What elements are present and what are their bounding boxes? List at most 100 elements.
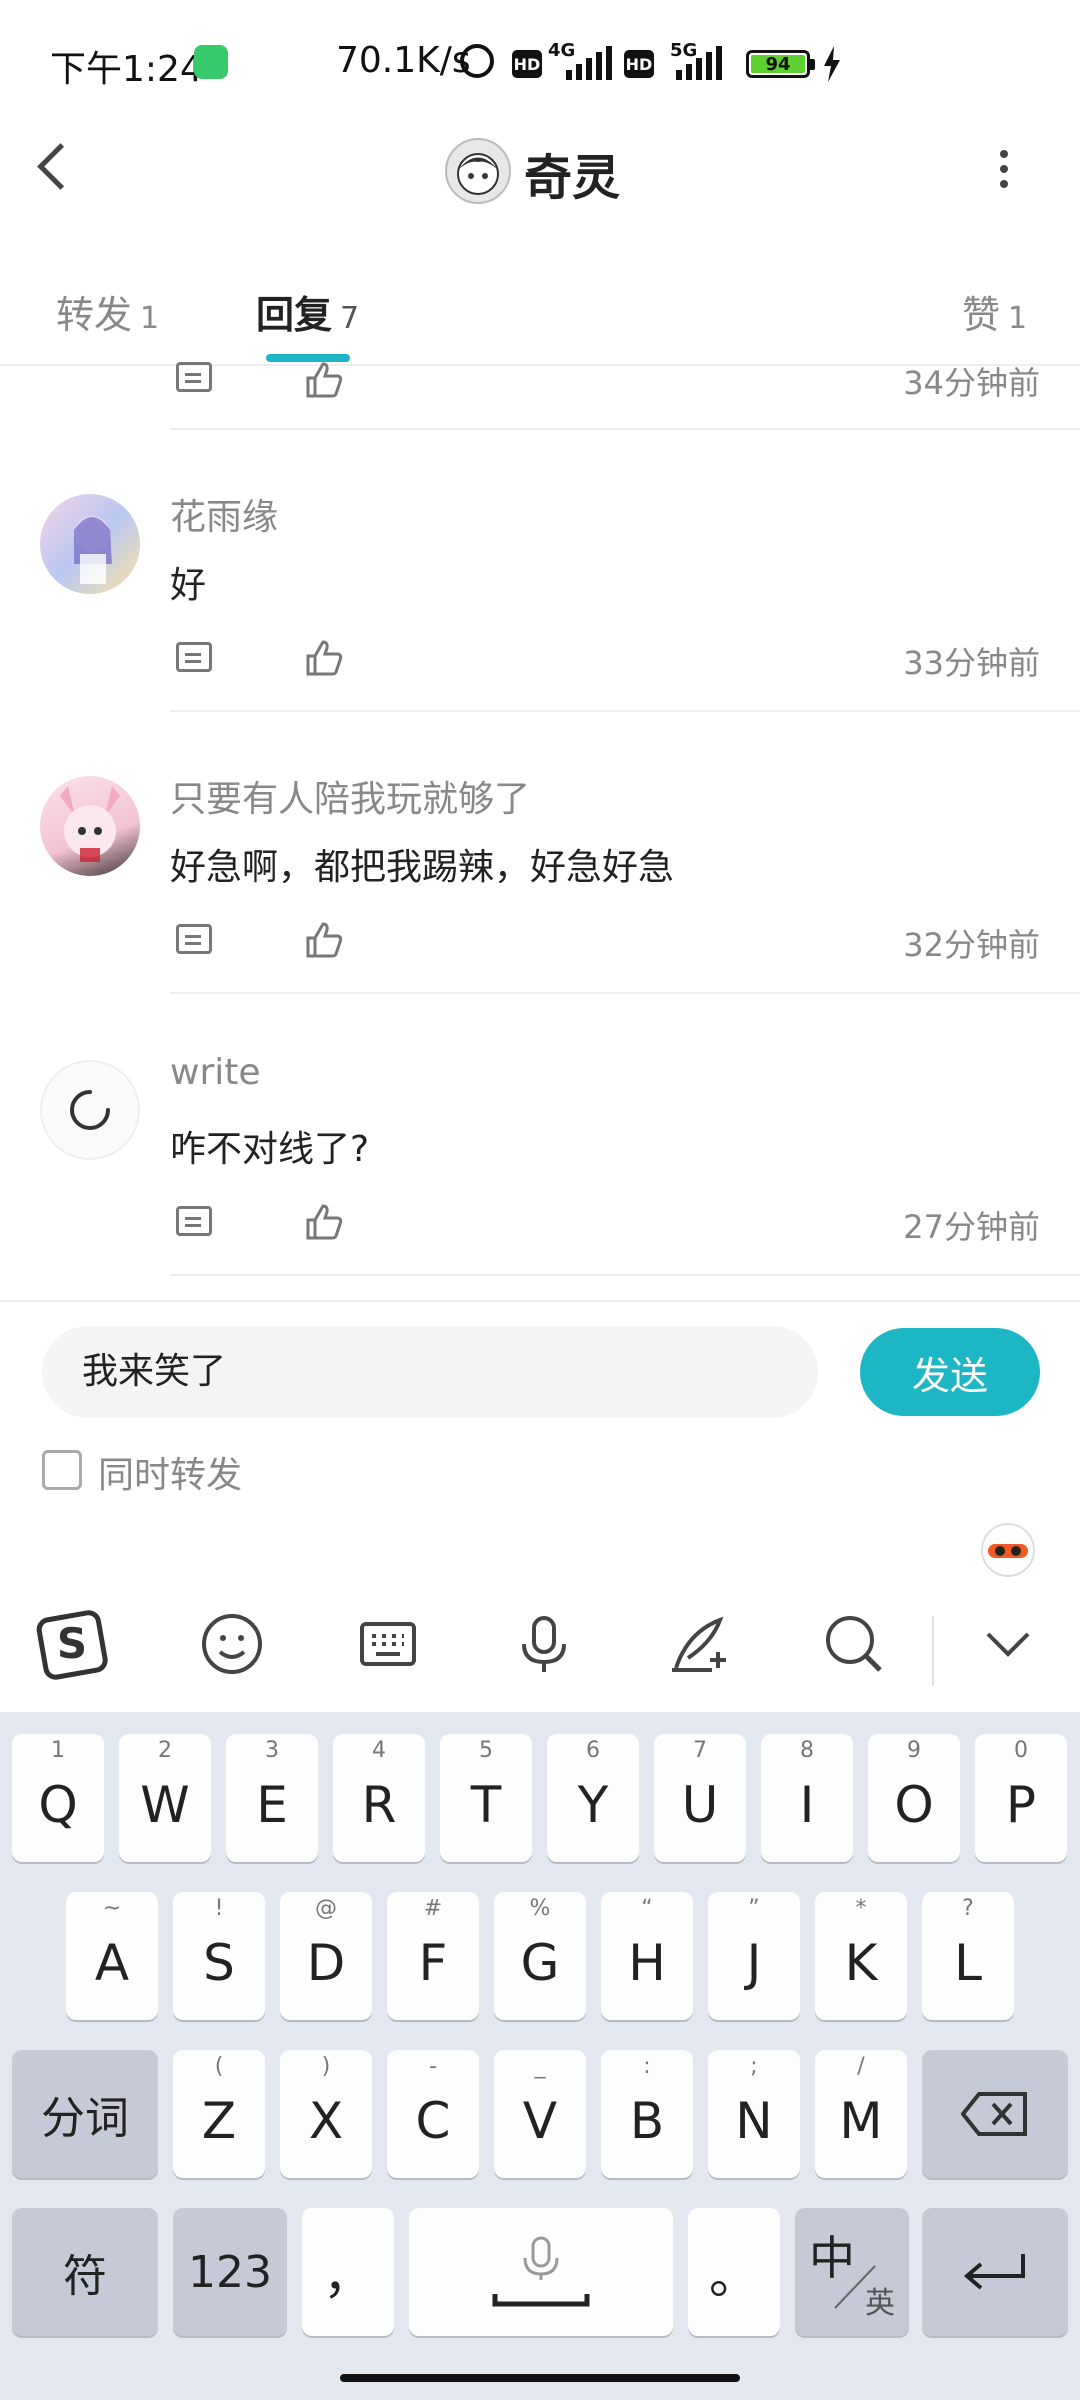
key-d[interactable]: @ D (280, 1892, 372, 2020)
key-label: W (140, 1776, 190, 1834)
key-a[interactable]: ~ A (66, 1892, 158, 2020)
reply-icon[interactable] (176, 642, 212, 672)
key-label: 符 (63, 2251, 107, 2302)
key-label: U (681, 1776, 719, 1834)
keyboard-mascot-icon[interactable] (978, 1518, 1038, 1580)
key-numbers[interactable]: 123 (173, 2208, 287, 2336)
divider (170, 992, 1080, 994)
microphone-icon[interactable] (508, 1608, 580, 1680)
key-x[interactable]: ) X (280, 2050, 372, 2178)
emoji-icon[interactable] (196, 1608, 268, 1680)
sogou-logo-icon[interactable]: S (36, 1608, 108, 1680)
key-v[interactable]: _ V (494, 2050, 586, 2178)
key-period[interactable]: 。 (688, 2208, 780, 2336)
commenter-name[interactable]: 花雨缘 (170, 488, 278, 540)
key-label: G (520, 1934, 560, 1992)
commenter-avatar[interactable] (40, 1060, 140, 1160)
key-label: 123 (188, 2246, 272, 2298)
key-q[interactable]: 1Q (12, 1734, 104, 1862)
key-label: H (628, 1934, 666, 1992)
key-j[interactable]: ” J (708, 1892, 800, 2020)
key-k[interactable]: * K (815, 1892, 907, 2020)
key-t[interactable]: 5T (440, 1734, 532, 1862)
key-p[interactable]: 0P (975, 1734, 1067, 1862)
tab-replies[interactable]: 回复 7 (256, 284, 359, 339)
handwriting-icon[interactable] (664, 1608, 736, 1680)
language-switch-key[interactable]: 中 英 (795, 2208, 909, 2336)
key-fenci[interactable]: 分词 (12, 2050, 158, 2178)
key-f[interactable]: # F (387, 1892, 479, 2020)
reply-icon[interactable] (176, 362, 212, 392)
commenter-name[interactable]: 只要有人陪我玩就够了 (170, 770, 530, 822)
like-icon[interactable] (304, 360, 344, 400)
key-e[interactable]: 3E (226, 1734, 318, 1862)
toolbar-divider (932, 1616, 934, 1686)
key-hint: : (643, 2054, 651, 2079)
key-label: O (894, 1776, 934, 1834)
tab-repost[interactable]: 转发 1 (56, 284, 159, 339)
key-symbols[interactable]: 符 (12, 2208, 158, 2336)
key-w[interactable]: 2W (119, 1734, 211, 1862)
reply-icon[interactable] (176, 924, 212, 954)
tab-bar: 转发 1 回复 7 赞1 (0, 260, 1080, 366)
key-hint: _ (534, 2054, 546, 2079)
key-label: Q (38, 1776, 78, 1834)
key-hint: 6 (586, 1738, 600, 1763)
repost-checkbox[interactable] (42, 1450, 82, 1490)
key-label: N (735, 2092, 773, 2150)
battery-icon: 94 (746, 50, 815, 78)
key-label: C (415, 2092, 451, 2150)
like-icon[interactable] (304, 638, 344, 678)
key-label: E (256, 1776, 288, 1834)
key-hint: * (855, 1896, 867, 1921)
key-u[interactable]: 7U (654, 1734, 746, 1862)
key-z[interactable]: (Z (173, 2050, 265, 2178)
comment-time: 33分钟前 (903, 644, 1040, 682)
key-g[interactable]: % G (494, 1892, 586, 2020)
key-hint: ; (750, 2054, 758, 2079)
collapse-chevron-icon[interactable] (972, 1608, 1044, 1680)
key-y[interactable]: 6Y (547, 1734, 639, 1862)
repost-checkbox-label[interactable]: 同时转发 (98, 1446, 242, 1498)
keyboard-icon[interactable] (352, 1608, 424, 1680)
like-icon[interactable] (304, 1202, 344, 1242)
enter-key[interactable] (922, 2208, 1068, 2336)
hd-icon: HD (512, 50, 542, 78)
key-i[interactable]: 8I (761, 1734, 853, 1862)
key-c[interactable]: -C (387, 2050, 479, 2178)
back-button[interactable] (37, 143, 84, 190)
key-label: 。 (709, 2247, 759, 2305)
reply-input[interactable]: 我来笑了 (42, 1326, 818, 1418)
comment-time: 32分钟前 (903, 926, 1040, 964)
reply-icon[interactable] (176, 1206, 212, 1236)
more-options-icon[interactable] (1000, 150, 1008, 195)
key-l[interactable]: ? L (922, 1892, 1014, 2020)
divider (170, 1274, 1080, 1276)
key-label: Y (577, 1776, 609, 1834)
home-indicator[interactable] (340, 2374, 740, 2382)
tab-likes[interactable]: 赞1 (962, 284, 1027, 339)
key-h[interactable]: “H (601, 1892, 693, 2020)
key-o[interactable]: 9O (868, 1734, 960, 1862)
key-s[interactable]: ! S (173, 1892, 265, 2020)
key-label: B (629, 2092, 665, 2150)
commenter-avatar[interactable] (40, 494, 140, 594)
commenter-avatar[interactable] (40, 776, 140, 876)
comment-text: 好急啊，都把我踢辣，好急好急 (170, 847, 675, 888)
key-b[interactable]: :B (601, 2050, 693, 2178)
like-icon[interactable] (304, 920, 344, 960)
key-m[interactable]: / M (815, 2050, 907, 2178)
search-icon[interactable] (818, 1608, 890, 1680)
key-n[interactable]: ; N (708, 2050, 800, 2178)
key-hint: ! (214, 1896, 224, 1921)
user-avatar[interactable] (445, 138, 511, 204)
space-key[interactable] (409, 2208, 673, 2336)
key-r[interactable]: 4R (333, 1734, 425, 1862)
status-time: 下午1:24 (50, 49, 203, 90)
backspace-key[interactable] (922, 2050, 1068, 2178)
key-hint: 9 (907, 1738, 921, 1763)
send-button[interactable]: 发送 (860, 1328, 1040, 1416)
network-speed: 70.1K/s (336, 40, 471, 81)
key-comma[interactable]: ， (302, 2208, 394, 2336)
commenter-name[interactable]: write (170, 1052, 261, 1093)
